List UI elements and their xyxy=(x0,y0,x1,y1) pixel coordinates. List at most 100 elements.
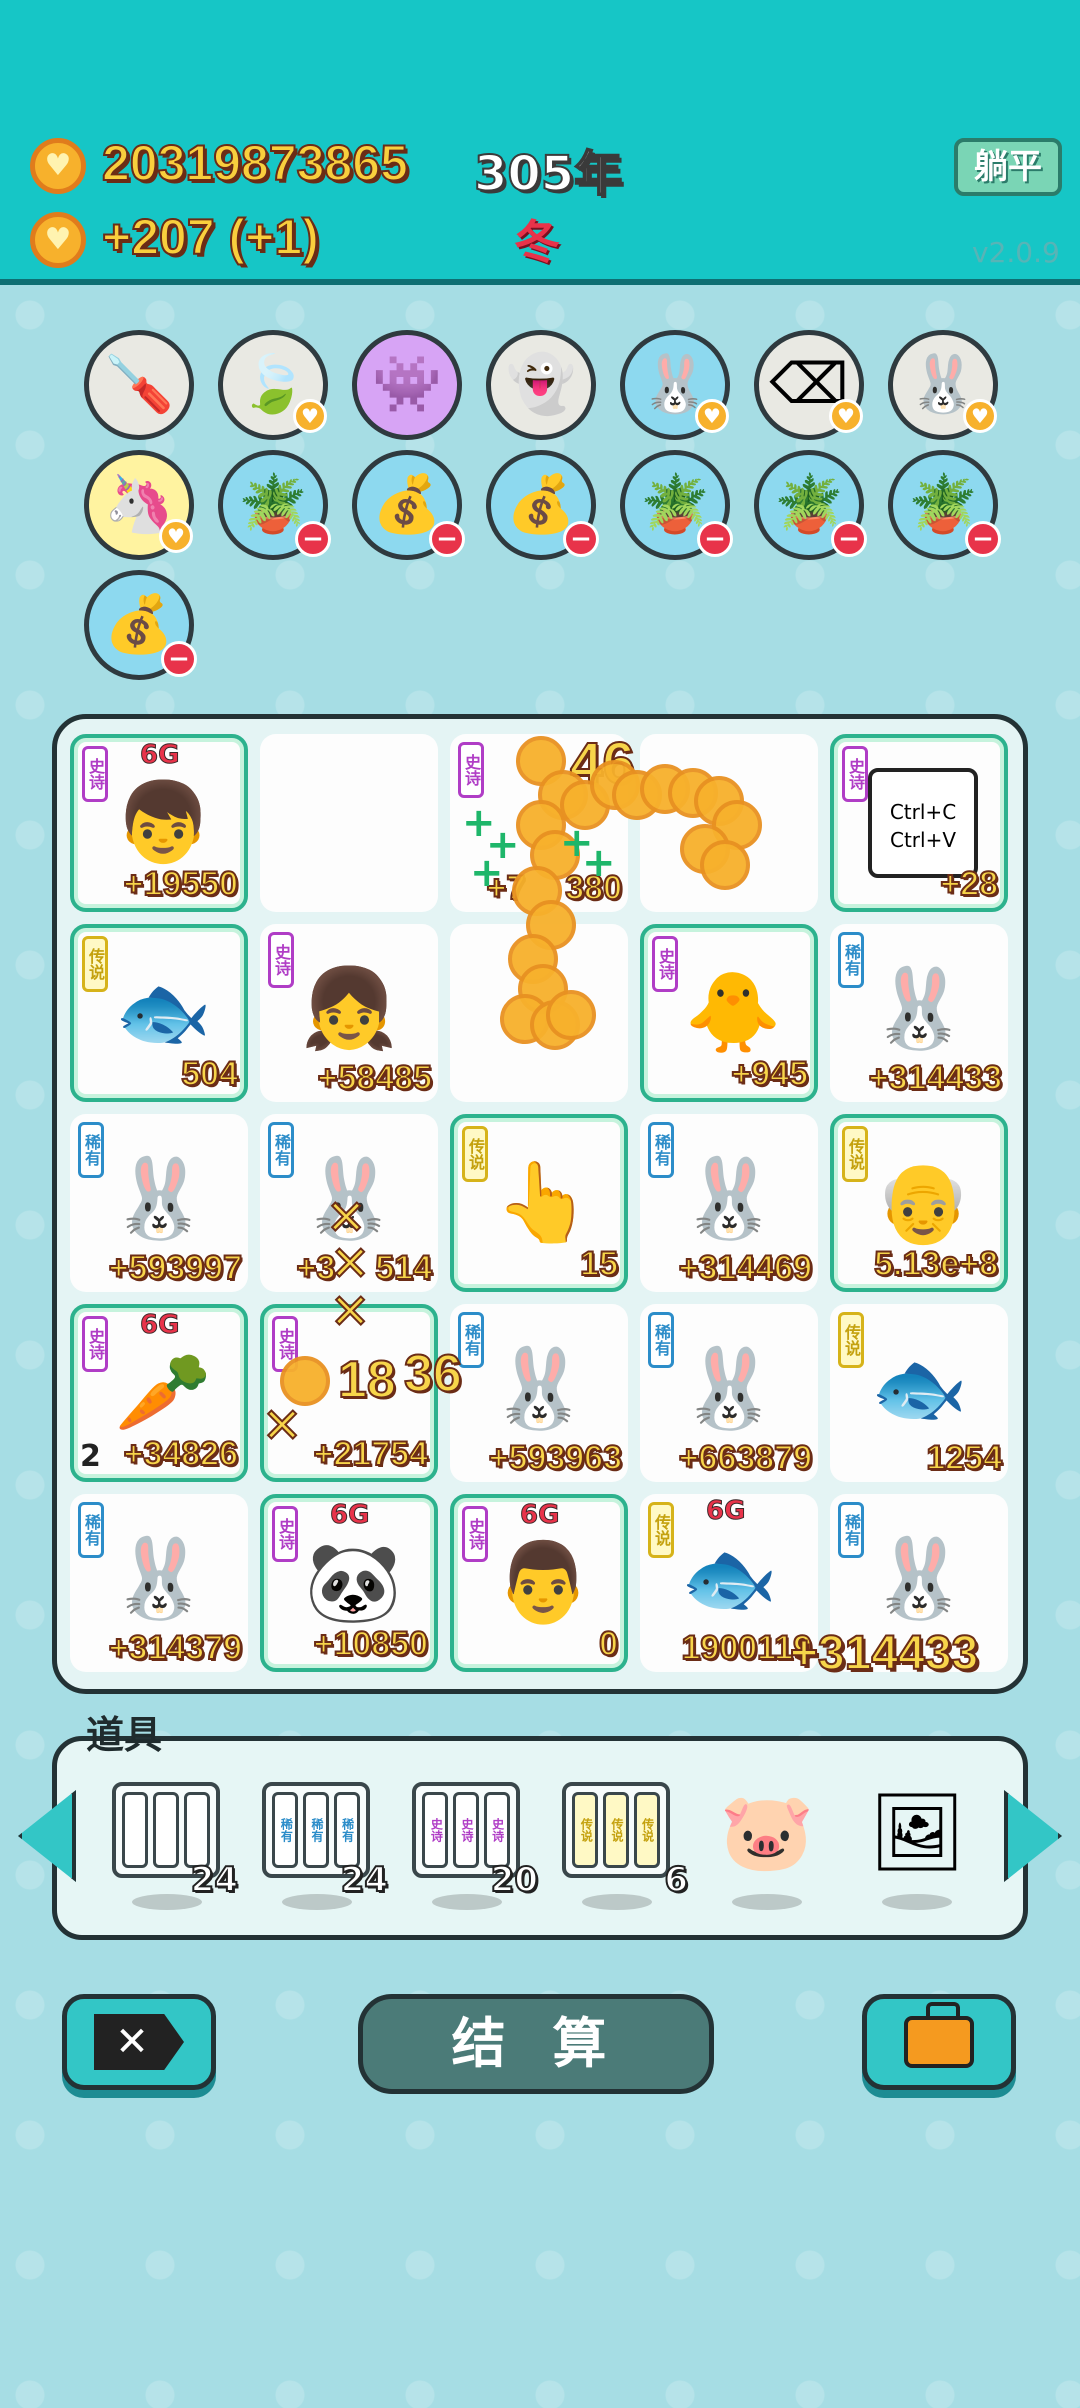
item-count: 6 xyxy=(663,1859,689,1901)
item-slot[interactable]: 史诗 史诗 史诗 20 xyxy=(412,1782,539,1910)
cell-value: 504 xyxy=(180,1054,239,1094)
owned-symbol[interactable]: 💰 − xyxy=(84,570,197,680)
slot-label xyxy=(152,1792,179,1868)
remove-tag-icon: ✕ xyxy=(94,2014,184,2070)
item-slot[interactable]: 传说 传说 传说 6 xyxy=(562,1782,689,1910)
board-cell[interactable]: 史诗 6G 👨 0 xyxy=(450,1494,628,1672)
coin-total: 20319873865 xyxy=(101,134,409,192)
fx-number: 36 xyxy=(403,1344,463,1404)
board-cell[interactable]: 传说 👆 15 xyxy=(450,1114,628,1292)
board-cell[interactable]: 传说 🐟 1254 xyxy=(830,1304,1008,1482)
board-cell[interactable]: 史诗 6G 👦 +19550 xyxy=(70,734,248,912)
rarity-tag: 稀有 xyxy=(268,1122,294,1178)
item-slot[interactable]: 24 xyxy=(112,1782,239,1910)
owned-symbol[interactable]: 🦄 ♥ xyxy=(84,450,194,560)
board-cell[interactable]: 史诗 Ctrl+C Ctrl+V +28 xyxy=(830,734,1008,912)
rarity-tag: 稀有 xyxy=(838,932,864,988)
cell-value: +663879 xyxy=(678,1438,813,1478)
flower-pot-icon: 🪴 xyxy=(908,472,978,537)
item-slot[interactable]: 稀有 稀有 稀有 24 xyxy=(262,1782,389,1910)
board-cell[interactable]: 传说 👴 5.13e+8 xyxy=(830,1114,1008,1292)
lie-flat-button[interactable]: 躺平 xyxy=(954,138,1062,196)
slot-label: 史诗 xyxy=(422,1792,449,1868)
flying-coin-icon xyxy=(546,990,596,1040)
owned-symbol[interactable]: 👻 xyxy=(486,330,596,440)
owned-symbol[interactable]: 👾 xyxy=(352,330,462,440)
rarity-tag: 史诗 xyxy=(272,1506,298,1562)
cell-value-head: +663879 xyxy=(678,1438,813,1478)
flying-coin-icon xyxy=(280,1356,330,1406)
remove-symbol-button[interactable]: ✕ xyxy=(62,1994,216,2090)
rarity-tag: 稀有 xyxy=(648,1122,674,1178)
item-slot[interactable]: 🐷 xyxy=(712,1782,822,1910)
boy-red-cap-icon: 👦 xyxy=(114,778,212,868)
level-badge: 6G xyxy=(705,1496,746,1527)
scroll-right-arrow-icon[interactable] xyxy=(1004,1790,1062,1882)
item-shadow xyxy=(582,1894,652,1910)
flower-pot-icon: 🪴 xyxy=(238,472,308,537)
cell-value: 5.13e+8 xyxy=(873,1244,999,1284)
board-cell[interactable]: 稀有 🐰 +314379 xyxy=(70,1494,248,1672)
owned-symbol[interactable]: 🐰 ♥ xyxy=(888,330,998,440)
owned-symbol[interactable]: 🪴 − xyxy=(620,450,733,560)
item-shadow xyxy=(882,1894,952,1910)
cell-value-head: +314469 xyxy=(678,1248,813,1288)
board-cell[interactable]: 稀有 🐰 +314469 xyxy=(640,1114,818,1292)
minus-badge-icon: − xyxy=(563,521,599,557)
rarity-tag: 史诗 xyxy=(82,746,108,802)
cell-value-tail: 514 xyxy=(374,1248,433,1288)
cell-value-head: +58485 xyxy=(317,1058,433,1098)
cell-value-head: +314379 xyxy=(108,1628,243,1668)
cell-value: +19550 xyxy=(123,864,239,904)
level-badge: 6G xyxy=(139,1310,180,1341)
scroll-left-arrow-icon[interactable] xyxy=(18,1790,76,1882)
cell-value-head: +19550 xyxy=(123,864,239,904)
owned-symbol[interactable]: 🪴 − xyxy=(754,450,867,560)
inventory-button[interactable] xyxy=(862,1994,1016,2090)
owned-symbol[interactable]: 🍃 ♥ xyxy=(218,330,328,440)
owned-symbol[interactable]: ⌫ ♥ xyxy=(754,330,864,440)
board-cell[interactable]: 史诗 6G 🥕 2 +34826 xyxy=(70,1304,248,1482)
board-cell[interactable]: 稀有 🐰 +663879 xyxy=(640,1304,818,1482)
owned-symbol[interactable]: 🪛 xyxy=(84,330,194,440)
girl-braids-icon: 👧 xyxy=(300,964,398,1054)
season-label: 冬 xyxy=(514,215,560,269)
owned-symbol[interactable]: 🪴 − xyxy=(888,450,1001,560)
bunny-icon: 🐰 xyxy=(870,1534,968,1624)
cell-value: +314433 xyxy=(868,1058,1003,1098)
settle-button[interactable]: 结 算 xyxy=(358,1994,714,2094)
board-cell[interactable]: 史诗 👧 +58485 xyxy=(260,924,438,1102)
owned-symbol[interactable]: 💰 − xyxy=(486,450,599,560)
cell-counter: 2 xyxy=(80,1439,101,1474)
minus-badge-icon: − xyxy=(831,521,867,557)
cell-value-head: 504 xyxy=(180,1054,239,1094)
flying-coin-icon xyxy=(700,840,750,890)
owned-symbol[interactable]: 🐰 ♥ xyxy=(620,330,730,440)
board-cell[interactable]: 稀有 🐰 +593997 xyxy=(70,1114,248,1292)
board-cell[interactable] xyxy=(260,734,438,912)
cell-value: +28 xyxy=(939,864,999,904)
minus-badge-icon: − xyxy=(161,641,197,677)
board-cell[interactable]: 稀有 🐰 +593963 xyxy=(450,1304,628,1482)
owned-symbol[interactable]: 🪴 − xyxy=(218,450,331,560)
coin-heart-badge-icon: ♥ xyxy=(829,399,863,433)
item-slot[interactable]: 🖼 xyxy=(862,1782,972,1910)
rarity-tag: 史诗 xyxy=(82,1316,108,1372)
owned-symbol[interactable]: 💰 − xyxy=(352,450,465,560)
slot-label: 史诗 xyxy=(483,1792,510,1868)
piggy-bank-icon: 🐷 xyxy=(719,1787,815,1876)
slot-label xyxy=(183,1792,210,1868)
coin-heart-badge-icon: ♥ xyxy=(159,519,193,553)
cell-value: +593997 xyxy=(108,1248,243,1288)
board-cell[interactable]: 史诗 6G 🐼 +10850 xyxy=(260,1494,438,1672)
copy-paste-icon: Ctrl+C Ctrl+V xyxy=(868,768,978,878)
slot-label: 传说 xyxy=(602,1792,629,1868)
cell-value-head: +945 xyxy=(730,1054,809,1094)
board-cell[interactable]: 传说 🐟 504 xyxy=(70,924,248,1102)
board-cell[interactable]: 史诗 🐥 +945 xyxy=(640,924,818,1102)
item-count: 24 xyxy=(190,1859,239,1901)
board-cell[interactable]: 稀有 🐰 +314433 xyxy=(830,924,1008,1102)
bunny-icon: 🐰 xyxy=(490,1344,588,1434)
rarity-tag: 稀有 xyxy=(78,1122,104,1178)
cell-value: +593963 xyxy=(488,1438,623,1478)
